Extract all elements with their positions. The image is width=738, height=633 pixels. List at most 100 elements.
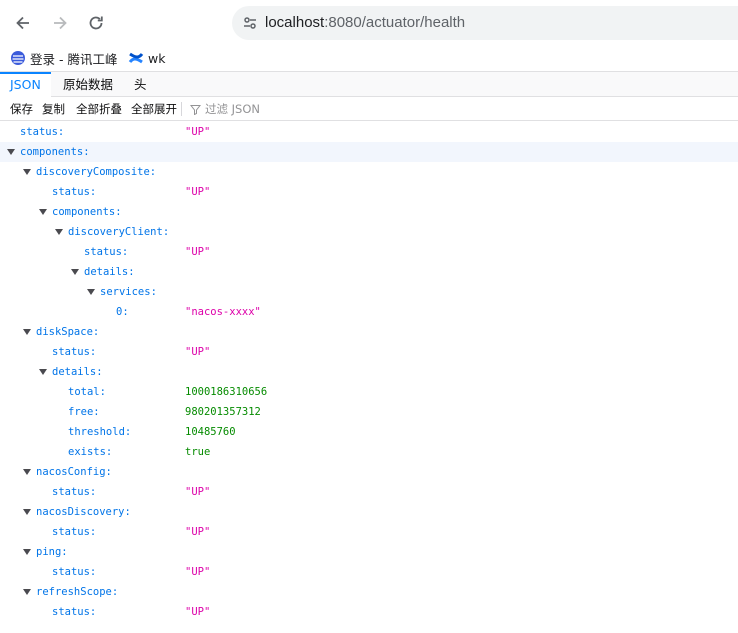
- address-bar[interactable]: localhost:8080/actuator/health: [232, 6, 738, 40]
- json-key: details:: [52, 366, 103, 378]
- filter-icon: [190, 104, 201, 115]
- expand-toggle-icon[interactable]: [55, 229, 63, 235]
- json-key: discoveryClient:: [68, 226, 170, 238]
- bookmark-wk[interactable]: wk: [128, 48, 165, 68]
- tree-node-row[interactable]: components:: [0, 202, 738, 222]
- expand-all-button[interactable]: 全部展开: [131, 101, 177, 117]
- tree-node-row[interactable]: services:: [0, 282, 738, 302]
- tree-leaf-row[interactable]: status: "UP": [0, 122, 738, 142]
- json-key: threshold:: [68, 426, 132, 438]
- expand-toggle-icon[interactable]: [23, 549, 31, 555]
- tree-leaf-row[interactable]: status: "UP": [0, 242, 738, 262]
- arrow-right-icon: [54, 16, 67, 30]
- expand-toggle-icon[interactable]: [39, 369, 47, 375]
- tree-leaf-row[interactable]: status: "UP": [0, 482, 738, 502]
- tree-node-row[interactable]: diskSpace:: [0, 322, 738, 342]
- tree-node-row[interactable]: discoveryClient:: [0, 222, 738, 242]
- expand-toggle-icon[interactable]: [71, 269, 79, 275]
- json-tree: status: "UP" components: discoveryComposite…: [0, 122, 738, 622]
- bookmark-label: wk: [148, 50, 166, 66]
- json-key: status:: [84, 246, 129, 258]
- tree-leaf-row[interactable]: free: 980201357312: [0, 402, 738, 422]
- json-key: components:: [52, 206, 122, 218]
- json-key: status:: [52, 606, 97, 618]
- url-path: :8080/actuator/health: [324, 14, 466, 31]
- toolbar-divider: [181, 102, 182, 116]
- copy-button[interactable]: 复制: [42, 101, 65, 117]
- json-key: ping:: [36, 546, 68, 558]
- bookmarks-bar: 登录 - 腾讯工峰 wk: [0, 46, 738, 70]
- json-value: 10485760: [185, 426, 236, 438]
- json-key: status:: [52, 486, 97, 498]
- arrow-left-icon: [16, 16, 29, 30]
- json-key: 0:: [116, 306, 129, 318]
- forward-button[interactable]: [47, 10, 73, 36]
- json-key: status:: [52, 346, 97, 358]
- expand-toggle-icon[interactable]: [23, 589, 31, 595]
- json-value: 1000186310656: [185, 386, 268, 398]
- tree-leaf-row[interactable]: status: "UP": [0, 342, 738, 362]
- tree-node-row[interactable]: discoveryComposite:: [0, 162, 738, 182]
- tree-node-row[interactable]: nacosDiscovery:: [0, 502, 738, 522]
- tree-leaf-row[interactable]: status: "UP": [0, 182, 738, 202]
- site-info-icon[interactable]: [242, 15, 258, 35]
- json-key: discoveryComposite:: [36, 166, 157, 178]
- json-key: status:: [20, 126, 65, 138]
- tree-node-row[interactable]: details:: [0, 262, 738, 282]
- json-viewer-tabs: JSON 原始数据 头: [0, 71, 738, 97]
- json-key: refreshScope:: [36, 586, 119, 598]
- tree-leaf-row[interactable]: 0: "nacos-xxxx": [0, 302, 738, 322]
- json-value: "UP": [185, 186, 211, 198]
- json-key: services:: [100, 286, 157, 298]
- expand-toggle-icon[interactable]: [87, 289, 95, 295]
- tree-leaf-row[interactable]: threshold: 10485760: [0, 422, 738, 442]
- collapse-all-button[interactable]: 全部折叠: [76, 101, 122, 117]
- tree-node-row[interactable]: refreshScope:: [0, 582, 738, 602]
- tree-leaf-row[interactable]: exists: true: [0, 442, 738, 462]
- confluence-icon: [128, 52, 144, 64]
- expand-toggle-icon[interactable]: [23, 509, 31, 515]
- tab-raw-data[interactable]: 原始数据: [53, 72, 123, 97]
- tree-leaf-row[interactable]: status: "UP": [0, 562, 738, 582]
- json-value: "UP": [185, 246, 211, 258]
- tab-headers[interactable]: 头: [124, 72, 157, 97]
- tree-leaf-row[interactable]: status: "UP": [0, 522, 738, 542]
- json-key: status:: [52, 526, 97, 538]
- json-value: "UP": [185, 126, 211, 138]
- json-key: diskSpace:: [36, 326, 100, 338]
- save-button[interactable]: 保存: [10, 101, 33, 117]
- reload-icon: [89, 16, 103, 30]
- back-button[interactable]: [10, 10, 36, 36]
- tab-json[interactable]: JSON: [0, 72, 51, 97]
- json-value: "UP": [185, 566, 211, 578]
- tree-node-row[interactable]: ping:: [0, 542, 738, 562]
- json-key: status:: [52, 186, 97, 198]
- tree-leaf-row[interactable]: total: 1000186310656: [0, 382, 738, 402]
- expand-toggle-icon[interactable]: [7, 149, 15, 155]
- json-value: "UP": [185, 606, 211, 618]
- tree-node-row[interactable]: details:: [0, 362, 738, 382]
- json-key: total:: [68, 386, 106, 398]
- url-text[interactable]: localhost:8080/actuator/health: [265, 14, 465, 31]
- tree-leaf-row[interactable]: status: "UP": [0, 602, 738, 622]
- expand-toggle-icon[interactable]: [39, 209, 47, 215]
- json-value: "UP": [185, 486, 211, 498]
- json-key: nacosDiscovery:: [36, 506, 131, 518]
- tencent-icon: [11, 51, 25, 65]
- expand-toggle-icon[interactable]: [23, 329, 31, 335]
- filter-json-input[interactable]: 过滤 JSON: [190, 101, 260, 117]
- json-key: status:: [52, 566, 97, 578]
- json-key: nacosConfig:: [36, 466, 112, 478]
- bookmark-tencent[interactable]: 登录 - 腾讯工峰: [10, 48, 117, 68]
- json-value: 980201357312: [185, 406, 261, 418]
- expand-toggle-icon[interactable]: [23, 169, 31, 175]
- json-key: exists:: [68, 446, 113, 458]
- json-value: "nacos-xxxx": [185, 306, 261, 318]
- json-value: true: [185, 446, 211, 458]
- bookmark-label: 登录 - 腾讯工峰: [30, 51, 118, 67]
- url-host: localhost: [265, 14, 325, 31]
- tree-node-row[interactable]: nacosConfig:: [0, 462, 738, 482]
- expand-toggle-icon[interactable]: [23, 469, 31, 475]
- tree-node-row[interactable]: components:: [0, 142, 738, 162]
- reload-button[interactable]: [83, 10, 109, 36]
